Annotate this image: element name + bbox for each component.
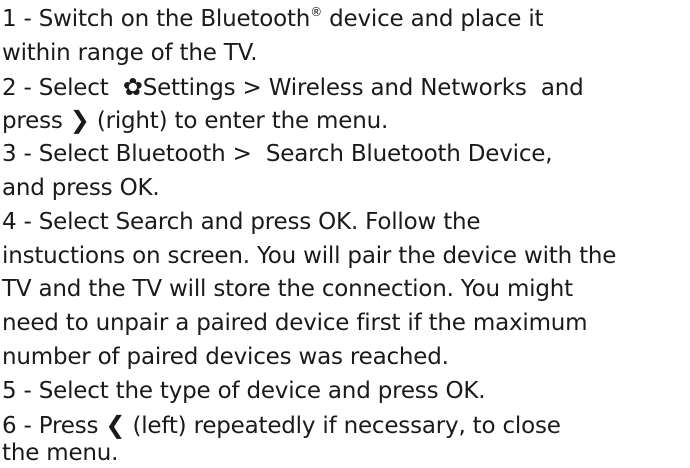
step-1-text: Switch on the Bluetooth [38,6,311,32]
ok-key-label: OK [318,209,351,235]
step-2-right-hint: (right) to enter the menu. [89,108,389,134]
step-4-select: Select [38,209,116,235]
search-label: Search [115,209,194,235]
step-6-left-hint: (left) repeatedly if necessary, to close [125,413,561,439]
step-4-line-5: number of paired devices was reached. [2,344,449,372]
step-4-text: number of paired devices was reached. [2,344,449,370]
step-3-line-1: 3 - Select Bluetooth > Search Bluetooth … [2,141,553,169]
step-6-number: 6 - [2,413,39,439]
search-bluetooth-device-label: Search Bluetooth Device [265,141,546,167]
step-3-select: Select [38,141,116,167]
step-4-line-3: TV and the TV will store the connection.… [2,276,573,304]
registered-mark: ® [310,5,323,19]
step-2-press: press [2,108,70,134]
step-5-line-1: 5 - Select the type of device and press … [2,378,486,406]
step-4-text: TV and the TV will store the connection.… [2,276,573,302]
step-6-line-1: 6 - Press ❮ (left) repeatedly if necessa… [2,411,561,441]
step-4-follow: . Follow the [350,209,481,235]
step-3-number: 3 - [2,141,39,167]
step-3-separator: > [225,141,266,167]
step-1-text-cont: device and place it [322,6,544,32]
step-1-line-2: within range of the TV. [2,40,258,68]
step-5-text: Select the type of device and press [38,378,446,404]
bluetooth-menu-label: Bluetooth [115,141,226,167]
chevron-right-icon: ❯ [69,106,90,134]
step-2-and: and [526,75,584,101]
step-3-line-2: and press OK. [2,175,160,203]
step-4-line-1: 4 - Select Search and press OK. Follow t… [2,209,481,237]
step-4-and-press: and press [193,209,319,235]
step-6-continuation: the menu. [2,440,119,466]
step-4-line-4: need to unpair a paired device first if … [2,310,588,338]
chevron-left-icon: ❮ [105,411,126,439]
step-3-comma: , [545,141,553,167]
settings-menu-label: Settings [142,75,236,101]
step-3-period: . [152,175,160,201]
step-6-line-2: the menu. [2,440,118,468]
step-2-select: Select [38,75,116,101]
step-1-continuation: within range of the TV. [2,40,258,66]
step-5-period: . [478,378,486,404]
step-2-separator: > [235,75,269,101]
step-6-press: Press [38,413,106,439]
instruction-page: 1 - Switch on the Bluetooth® device and … [0,0,690,468]
step-2-number: 2 - [2,75,39,101]
step-5-number: 5 - [2,378,39,404]
step-3-and-press: and press [2,175,120,201]
step-4-text: need to unpair a paired device first if … [2,310,588,336]
gear-icon: ✿ [122,73,143,101]
step-4-number: 4 - [2,209,39,235]
step-4-line-2: instuctions on screen. You will pair the… [2,243,616,271]
wireless-networks-label: Wireless and Networks [268,75,527,101]
step-2-line-2: press ❯ (right) to enter the menu. [2,106,389,136]
step-1-number: 1 - [2,6,39,32]
step-4-text: instuctions on screen. You will pair the… [2,243,617,269]
step-2-line-1: 2 - Select ✿Settings > Wireless and Netw… [2,73,584,103]
ok-key-label: OK [119,175,153,201]
ok-key-label: OK [445,378,479,404]
step-1-line-1: 1 - Switch on the Bluetooth® device and … [2,5,544,34]
